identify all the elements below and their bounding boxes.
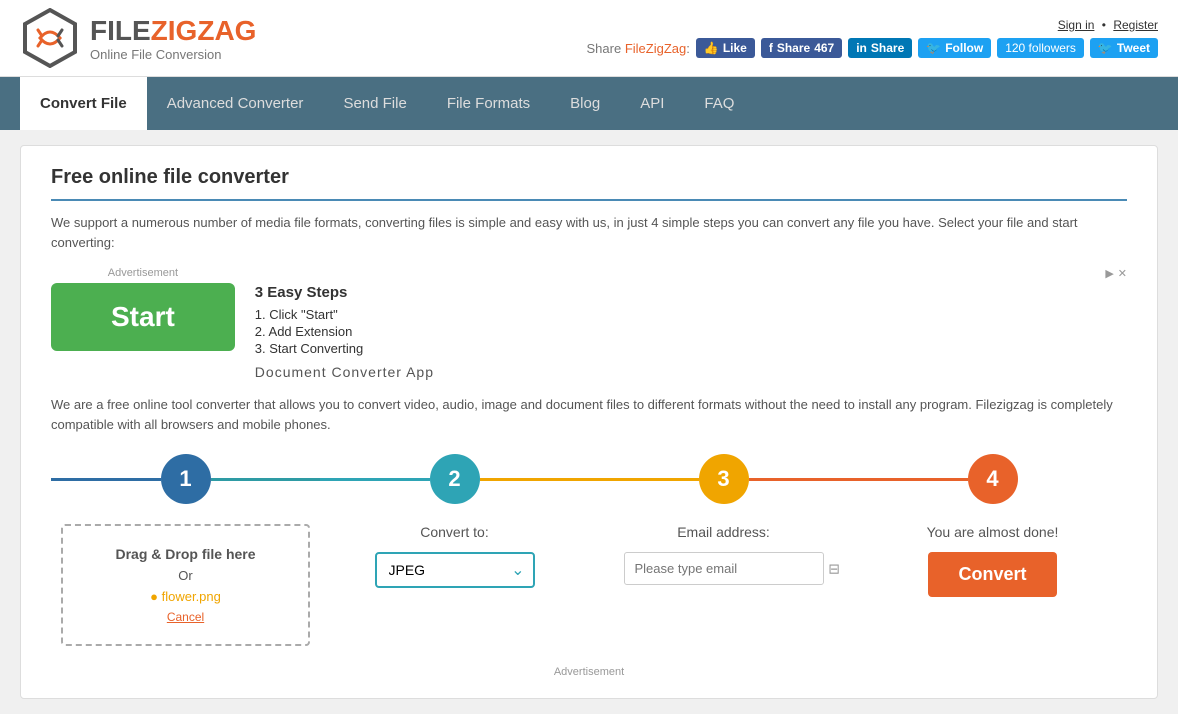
step-1-content: Drag & Drop file here Or ● flower.png Ca… [51,524,320,646]
sign-in-link[interactable]: Sign in [1058,18,1095,32]
twitter-follow-button[interactable]: 🐦 Follow [918,38,991,58]
logo-icon [20,8,80,68]
step-2-line-right [480,478,590,481]
doc-converter-label: Document Converter App [255,364,1127,380]
thumbs-up-icon: 👍 [704,41,719,55]
step-2-content: Convert to: JPEG PNG GIF BMP PDF MP4 MP3… [320,524,589,588]
ad-corner: ▶ ✕ [255,267,1127,280]
linkedin-icon: in [856,41,867,55]
step-4-circle: 4 [968,454,1018,504]
cancel-link[interactable]: Cancel [167,610,204,624]
tweet-icon: 🐦 [1098,41,1113,55]
step-4: 4 You are almost done! Convert [858,454,1127,597]
facebook-share-button[interactable]: f Share 467 [761,38,842,58]
file-dot-icon: ● [150,589,158,604]
steps-title: 3 Easy Steps [255,284,1127,301]
file-name: ● flower.png [150,589,221,604]
desc-text: We are a free online tool converter that… [51,395,1127,434]
ad-label: Advertisement [51,267,235,279]
share-label: Share FileZigZag: [587,41,690,56]
like-button[interactable]: 👍 Like [696,38,755,58]
email-input[interactable] [624,552,824,585]
nav-bar: Convert File Advanced Converter Send Fil… [0,77,1178,130]
ad-close-icon[interactable]: ✕ [1118,267,1127,280]
register-link[interactable]: Register [1113,18,1158,32]
followers-count: 120 followers [997,38,1084,58]
nav-item-advanced-converter[interactable]: Advanced Converter [147,77,324,130]
convert-button[interactable]: Convert [928,552,1056,597]
step-2-line: 2 [320,454,589,504]
step-3-line-left [589,478,699,481]
ad-right: ▶ ✕ 3 Easy Steps 1. Click "Start" 2. Add… [255,267,1127,380]
step-1: 1 Drag & Drop file here Or ● flower.png … [51,454,320,646]
tweet-button[interactable]: 🐦 Tweet [1090,38,1158,58]
logo-area: FILEZIGZAG Online File Conversion [20,8,256,68]
ad-start-button[interactable]: Start [51,283,235,351]
step-2-line-left [320,478,430,481]
twitter-icon: 🐦 [926,41,941,55]
linkedin-share-button[interactable]: in Share [848,38,912,58]
convert-to-label: Convert to: [330,524,579,540]
step-1-line-left [51,478,161,481]
step-3-content: Email address: ⊟ [589,524,858,585]
step-4-line-right [1018,478,1128,481]
email-icon: ⊟ [828,560,840,577]
site-name: FILEZIGZAG [90,15,256,47]
step-1-circle: 1 [161,454,211,504]
nav-item-convert-file[interactable]: Convert File [20,77,147,130]
top-bar: FILEZIGZAG Online File Conversion Sign i… [0,0,1178,77]
drop-zone[interactable]: Drag & Drop file here Or ● flower.png Ca… [61,524,310,646]
step-1-line: 1 [51,454,320,504]
intro-text: We support a numerous number of media fi… [51,213,1127,252]
bottom-ad-label: Advertisement [51,666,1127,678]
drop-text: Drag & Drop file here [115,546,255,562]
ad-left: Advertisement Start [51,267,235,351]
ad-steps: 3 Easy Steps 1. Click "Start" 2. Add Ext… [255,284,1127,380]
logo-text: FILEZIGZAG Online File Conversion [90,15,256,62]
nav-item-file-formats[interactable]: File Formats [427,77,550,130]
facebook-icon: f [769,41,773,55]
email-input-wrap: ⊟ [599,552,848,585]
convert-select-wrap: JPEG PNG GIF BMP PDF MP4 MP3 ⌄ [375,552,535,588]
site-subtitle: Online File Conversion [90,47,256,62]
top-links: Sign in • Register [1058,18,1158,32]
ad-step2: 2. Add Extension [255,324,1127,339]
social-row: Share FileZigZag: 👍 Like f Share 467 in … [587,38,1159,58]
step-1-line-right [211,478,321,481]
step-3-line: 3 [589,454,858,504]
ad-step1: 1. Click "Start" [255,307,1127,322]
step-3-line-right [749,478,859,481]
share-link[interactable]: FileZigZag [625,41,686,56]
step-4-content: You are almost done! Convert [858,524,1127,597]
ad-step3: 3. Start Converting [255,341,1127,356]
step-2-circle: 2 [430,454,480,504]
step-2: 2 Convert to: JPEG PNG GIF BMP PDF MP4 M… [320,454,589,588]
step-4-line-left [858,478,968,481]
step-3-circle: 3 [699,454,749,504]
nav-item-faq[interactable]: FAQ [684,77,754,130]
steps-row: 1 Drag & Drop file here Or ● flower.png … [51,454,1127,646]
almost-done-label: You are almost done! [868,524,1117,540]
nav-item-send-file[interactable]: Send File [323,77,426,130]
adchoices-icon[interactable]: ▶ [1105,267,1113,280]
step-3: 3 Email address: ⊟ [589,454,858,585]
nav-item-api[interactable]: API [620,77,684,130]
main-content: Free online file converter We support a … [20,145,1158,699]
top-right: Sign in • Register Share FileZigZag: 👍 L… [587,18,1159,58]
step-4-line: 4 [858,454,1127,504]
format-select[interactable]: JPEG PNG GIF BMP PDF MP4 MP3 [375,552,535,588]
email-label: Email address: [599,524,848,540]
nav-item-blog[interactable]: Blog [550,77,620,130]
drop-or: Or [178,568,192,583]
ad-section: Advertisement Start ▶ ✕ 3 Easy Steps 1. … [51,267,1127,380]
page-title: Free online file converter [51,166,1127,201]
